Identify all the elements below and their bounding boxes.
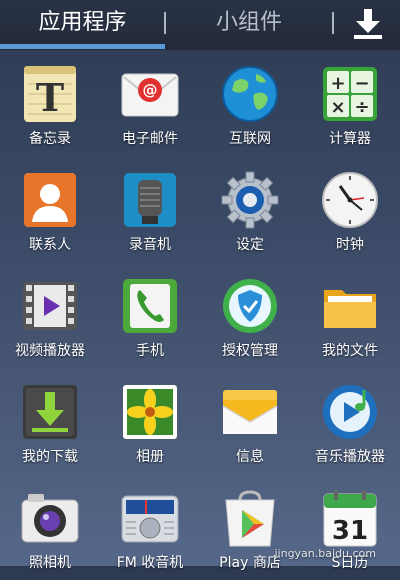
svg-text:+: + xyxy=(330,73,345,94)
app-phone[interactable]: 手机 xyxy=(100,262,200,368)
calculator-icon: + −× ÷ xyxy=(323,67,377,121)
download-icon xyxy=(23,385,77,439)
app-label: 时钟 xyxy=(336,237,364,253)
tab-widgets[interactable]: 小组件 xyxy=(165,0,333,46)
camera-icon xyxy=(21,494,79,543)
app-label: 互联网 xyxy=(229,131,271,147)
app-calculator[interactable]: + − × ÷ 计算器 xyxy=(300,50,400,156)
download-arrow-icon xyxy=(354,9,382,39)
app-my-files[interactable]: 我的文件 xyxy=(300,262,400,368)
svg-text:@: @ xyxy=(143,81,158,99)
video-player-icon xyxy=(23,282,77,330)
contacts-icon xyxy=(24,173,76,227)
app-gallery[interactable]: 相册 xyxy=(100,368,200,474)
calendar-day-number: 31 xyxy=(332,516,368,546)
gear-icon xyxy=(221,171,279,229)
svg-text:×: × xyxy=(330,97,345,118)
app-label: 联系人 xyxy=(29,237,71,253)
app-label: 我的文件 xyxy=(322,343,378,359)
app-label: 我的下载 xyxy=(22,449,78,465)
app-label: 音乐播放器 xyxy=(315,449,385,465)
svg-text:−: − xyxy=(354,73,369,94)
top-tab-bar: 应用程序 小组件 xyxy=(0,0,400,50)
download-button[interactable] xyxy=(335,0,400,46)
app-video-player[interactable]: 视频播放器 xyxy=(0,262,100,368)
app-music-player[interactable]: 音乐播放器 xyxy=(300,368,400,474)
folder-icon xyxy=(324,290,376,328)
app-internet[interactable]: 互联网 xyxy=(200,50,300,156)
app-label: 授权管理 xyxy=(222,343,278,359)
app-camera[interactable]: 照相机 xyxy=(0,474,100,580)
watermark: jingyan.baidu.com xyxy=(274,547,376,560)
app-email[interactable]: @ 电子邮件 xyxy=(100,50,200,156)
app-play-store[interactable]: Play 商店 xyxy=(200,474,300,580)
tab-apps[interactable]: 应用程序 xyxy=(0,0,165,46)
tab-divider xyxy=(332,12,334,34)
app-grid: T 备忘录 @ 电子邮件 互联网 + − × ÷ 计算器 联系人 录音机 设定 … xyxy=(0,50,400,571)
app-label: FM 收音机 xyxy=(116,555,184,571)
radio-icon xyxy=(121,495,179,543)
app-label: 照相机 xyxy=(29,555,71,571)
gallery-icon xyxy=(123,385,177,439)
message-icon xyxy=(222,390,278,434)
app-label: 视频播放器 xyxy=(15,343,85,359)
app-recorder[interactable]: 录音机 xyxy=(100,156,200,262)
microphone-icon xyxy=(124,173,176,227)
app-memo[interactable]: T 备忘录 xyxy=(0,50,100,156)
app-contacts[interactable]: 联系人 xyxy=(0,156,100,262)
globe-icon xyxy=(222,66,278,122)
phone-icon xyxy=(123,279,177,333)
shield-icon xyxy=(223,279,277,333)
play-store-icon xyxy=(225,490,275,547)
memo-icon: T xyxy=(24,66,76,122)
active-tab-indicator xyxy=(0,44,165,49)
svg-text:÷: ÷ xyxy=(354,97,369,118)
calendar-icon: 31 xyxy=(323,490,377,547)
app-label: 电子邮件 xyxy=(122,131,178,147)
app-messages[interactable]: 信息 xyxy=(200,368,300,474)
app-label: 录音机 xyxy=(129,237,171,253)
email-icon: @ xyxy=(121,73,179,117)
app-label: 设定 xyxy=(236,237,264,253)
app-fm-radio[interactable]: FM 收音机 xyxy=(100,474,200,580)
svg-text:T: T xyxy=(36,75,64,120)
app-label: 相册 xyxy=(136,449,164,465)
app-label: 信息 xyxy=(236,449,264,465)
app-my-downloads[interactable]: 我的下载 xyxy=(0,368,100,474)
clock-icon xyxy=(322,172,378,228)
app-s-calendar[interactable]: 31 S日历 xyxy=(300,474,400,580)
app-settings[interactable]: 设定 xyxy=(200,156,300,262)
app-label: 计算器 xyxy=(329,131,371,147)
music-player-icon xyxy=(323,385,377,439)
app-clock[interactable]: 时钟 xyxy=(300,156,400,262)
app-label: 备忘录 xyxy=(29,131,71,147)
app-authorization[interactable]: 授权管理 xyxy=(200,262,300,368)
app-label: 手机 xyxy=(136,343,164,359)
